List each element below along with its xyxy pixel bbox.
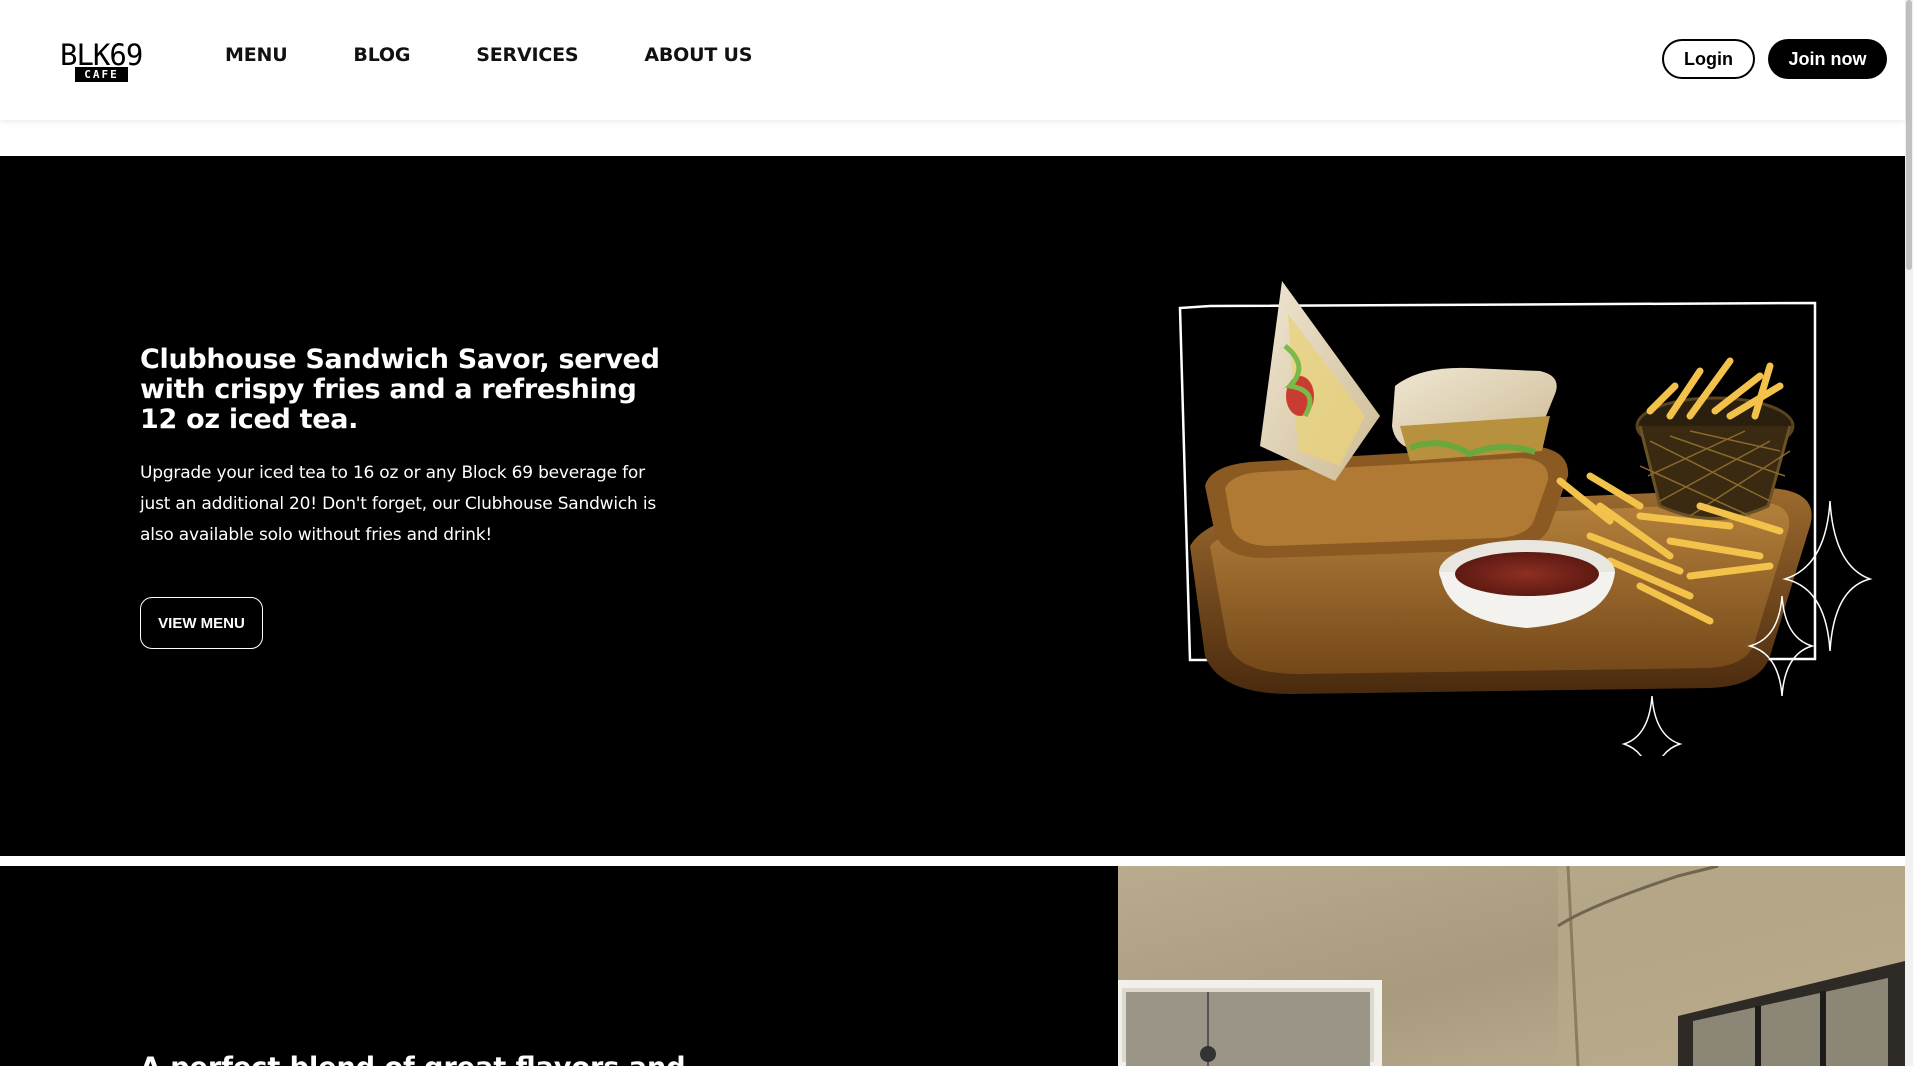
scrollbar-thumb[interactable] (1906, 0, 1912, 270)
nav-item-menu[interactable]: MENU (225, 44, 288, 66)
logo-subtext: CAFE (75, 67, 128, 82)
nav-item-services[interactable]: SERVICES (476, 44, 578, 66)
main-nav: MENU BLOG SERVICES ABOUT US (225, 44, 818, 66)
site-header: BLK69 CAFE MENU BLOG SERVICES ABOUT US L… (0, 0, 1905, 120)
view-menu-button[interactable]: VIEW MENU (140, 597, 263, 649)
hero-title: Clubhouse Sandwich Savor, served with cr… (140, 344, 660, 435)
nav-item-about-us[interactable]: ABOUT US (644, 44, 752, 66)
cafe-interior-photo (1118, 866, 1905, 1066)
fries-basket (1638, 425, 1792, 520)
page-scrollbar[interactable] (1905, 0, 1913, 1066)
about-section: A perfect blend of great flavors and (0, 866, 1118, 1083)
hero-section: Clubhouse Sandwich Savor, served with cr… (0, 156, 1905, 856)
login-button[interactable]: Login (1662, 39, 1755, 79)
about-section-title: A perfect blend of great flavors and (140, 1052, 686, 1083)
join-now-button[interactable]: Join now (1768, 39, 1887, 79)
logo-text: BLK69 (60, 38, 143, 72)
nav-item-blog[interactable]: BLOG (353, 44, 410, 66)
hero-description: Upgrade your iced tea to 16 oz or any Bl… (140, 463, 657, 545)
sandwich-platter-image (1178, 281, 1873, 756)
brand-logo[interactable]: BLK69 CAFE (60, 40, 145, 84)
